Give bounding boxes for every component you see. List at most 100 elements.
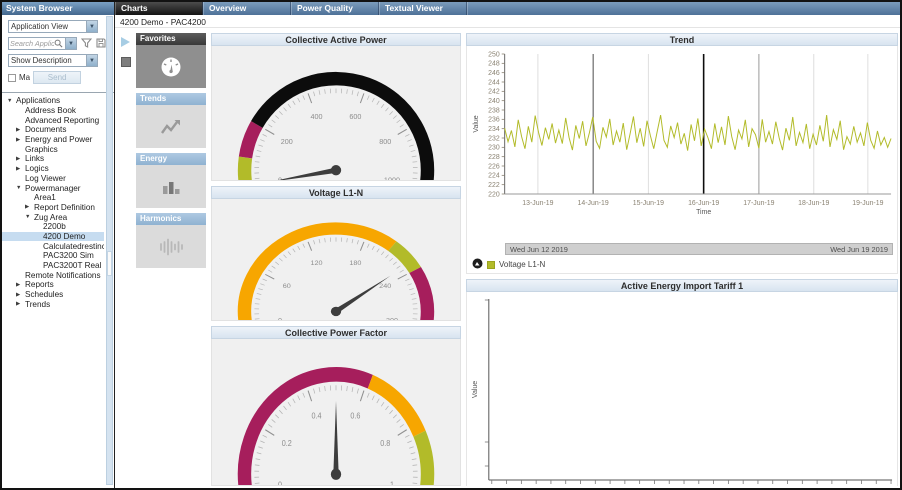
tree-item-links[interactable]: ▶Links (2, 154, 104, 164)
gauge-title: Collective Power Factor (211, 326, 461, 339)
tree-item-schedules[interactable]: ▶Schedules (2, 290, 104, 300)
charts-content: Favorites Trends Energy Harmonics Collectiv… (115, 28, 900, 488)
tree-item-area1[interactable]: Area1 (2, 193, 104, 203)
svg-text:13-Jun-19: 13-Jun-19 (522, 200, 553, 207)
description-select[interactable]: Show Description (8, 54, 87, 67)
view-mode-select[interactable]: Application View (8, 20, 87, 33)
svg-text:230: 230 (488, 145, 500, 152)
tree-item-reports[interactable]: ▶Reports (2, 280, 104, 290)
tree-item-2200b[interactable]: 2200b (2, 222, 104, 232)
tree-item-4200-demo[interactable]: 4200 Demo (2, 232, 104, 242)
gauge-panel-voltage-l1-n: Voltage L1-N060120180240300[ 231.28 V ] (211, 186, 461, 321)
tree-item-report-definition[interactable]: ▶Report Definition (2, 203, 104, 213)
category-label: Energy (136, 153, 206, 165)
svg-text:Value: Value (472, 381, 479, 398)
svg-text:18-Jun-19: 18-Jun-19 (798, 200, 829, 207)
tree-item-applications[interactable]: ▼Applications (2, 96, 104, 106)
gauge-body: 060120180240300[ 231.28 V ] (211, 199, 461, 321)
tab-power-quality[interactable]: Power Quality (291, 2, 379, 15)
tree-collapsed-icon[interactable]: ▶ (16, 127, 25, 133)
search-input[interactable] (10, 39, 54, 48)
gauge-icon (136, 45, 206, 88)
tree-item-energy-and-power[interactable]: ▶Energy and Power (2, 135, 104, 145)
view-mode-dropdown-icon[interactable]: ▼ (87, 20, 98, 33)
trend-chart[interactable]: 13-Jun-1914-Jun-1915-Jun-1916-Jun-1917-J… (469, 48, 895, 236)
tree-item-label: Advanced Reporting (25, 116, 99, 125)
play-button[interactable] (121, 37, 130, 47)
trend-range-bar[interactable]: Wed Jun 12 2019 Wed Jun 19 2019 (505, 243, 893, 255)
svg-text:200: 200 (281, 137, 293, 146)
svg-text:16-Jun-19: 16-Jun-19 (688, 200, 719, 207)
tree-expanded-icon[interactable]: ▼ (25, 214, 34, 220)
trend-legend[interactable]: Voltage L1-N (472, 258, 895, 271)
tree-item-documents[interactable]: ▶Documents (2, 125, 104, 135)
svg-text:1: 1 (390, 480, 394, 486)
svg-text:600: 600 (349, 112, 361, 121)
gauge-title: Voltage L1-N (211, 186, 461, 199)
view-mode-select-value: Application View (9, 22, 86, 31)
tree-item-powermanager[interactable]: ▼Powermanager (2, 183, 104, 193)
tree-item-label: Documents (25, 125, 66, 134)
category-trends[interactable]: Trends (136, 93, 206, 148)
tree-item-remote-notifications[interactable]: Remote Notifications (2, 270, 104, 280)
svg-text:60: 60 (283, 283, 291, 290)
filter-button[interactable] (81, 35, 92, 53)
tree-item-label: Powermanager (25, 184, 81, 193)
tab-overview[interactable]: Overview (203, 2, 291, 15)
breadcrumb: 4200 Demo - PAC4200 (115, 15, 900, 28)
svg-text:228: 228 (488, 154, 500, 161)
svg-text:246: 246 (488, 70, 500, 77)
tree-scrollbar[interactable] (106, 16, 113, 485)
tree-item-pac3200-sim[interactable]: PAC3200 Sim (2, 251, 104, 261)
tree-collapsed-icon[interactable]: ▶ (16, 166, 25, 172)
tree-item-log-viewer[interactable]: Log Viewer (2, 174, 104, 184)
svg-text:0: 0 (278, 175, 282, 180)
tree-item-logics[interactable]: ▶Logics (2, 164, 104, 174)
tree-item-pac3200t-real[interactable]: PAC3200T Real (2, 261, 104, 271)
svg-text:15-Jun-19: 15-Jun-19 (633, 200, 664, 207)
search-dropdown-icon[interactable]: ▼ (66, 37, 77, 50)
tree-collapsed-icon[interactable]: ▶ (16, 137, 25, 143)
tree-collapsed-icon[interactable]: ▶ (16, 282, 25, 288)
bar-chart-icon (136, 165, 206, 208)
svg-text:1000: 1000 (384, 175, 400, 180)
tree-item-zug-area[interactable]: ▼Zug Area (2, 212, 104, 222)
svg-text:236: 236 (488, 117, 500, 124)
tree-item-label: Log Viewer (25, 174, 66, 183)
tree-collapsed-icon[interactable]: ▶ (16, 301, 25, 307)
svg-text:800: 800 (379, 137, 391, 146)
tree-collapsed-icon[interactable]: ▶ (25, 204, 34, 210)
tree-item-calculatedrestince[interactable]: Calculatedrestince (2, 241, 104, 251)
tree-expanded-icon[interactable]: ▼ (16, 185, 25, 191)
system-browser-header: System Browser (2, 2, 114, 15)
legend-options-icon[interactable] (472, 258, 483, 271)
harmonics-wave-icon (136, 225, 206, 268)
tree-item-trends[interactable]: ▶Trends (2, 299, 104, 309)
tab-charts[interactable]: Charts (115, 2, 203, 15)
save-button[interactable] (96, 35, 106, 53)
tree-collapsed-icon[interactable]: ▶ (16, 156, 25, 162)
send-button[interactable]: Send (33, 71, 81, 84)
tree-expanded-icon[interactable]: ▼ (7, 98, 16, 104)
tree-item-label: Trends (25, 300, 50, 309)
description-select-value: Show Description (9, 56, 86, 65)
tree-collapsed-icon[interactable]: ▶ (16, 292, 25, 298)
category-label: Favorites (136, 33, 206, 45)
description-dropdown-icon[interactable]: ▼ (87, 54, 98, 67)
send-checkbox[interactable] (8, 74, 16, 82)
tree-scrollbar-thumb[interactable] (107, 251, 112, 276)
tree-item-advanced-reporting[interactable]: Advanced Reporting (2, 115, 104, 125)
svg-text:0: 0 (278, 480, 282, 486)
tree-item-graphics[interactable]: Graphics (2, 144, 104, 154)
search-box[interactable] (8, 37, 66, 50)
category-favorites[interactable]: Favorites (136, 33, 206, 88)
stop-button[interactable] (121, 57, 131, 67)
category-harmonics[interactable]: Harmonics (136, 213, 206, 268)
svg-text:220: 220 (488, 191, 500, 198)
trend-line-icon (136, 105, 206, 148)
chart-toolbar (115, 33, 136, 486)
category-energy[interactable]: Energy (136, 153, 206, 208)
tree-item-address-book[interactable]: Address Book (2, 106, 104, 116)
tab-textual-viewer[interactable]: Textual Viewer (379, 2, 467, 15)
search-icon (54, 35, 63, 53)
